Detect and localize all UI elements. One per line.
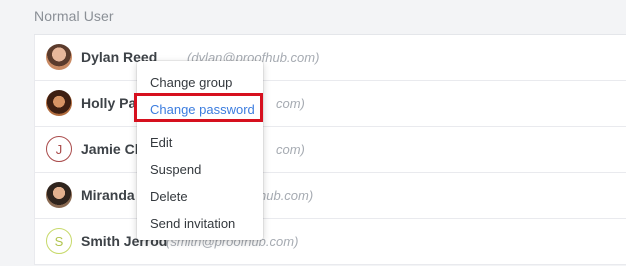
- menu-item-send-invitation[interactable]: Send invitation: [137, 210, 263, 237]
- menu-item-change-group[interactable]: Change group: [137, 69, 263, 96]
- user-row[interactable]: J Jamie Cla com): [34, 127, 626, 173]
- avatar[interactable]: J: [46, 136, 72, 162]
- menu-item-delete[interactable]: Delete: [137, 183, 263, 210]
- user-actions-dropdown: Change group Change password Edit Suspen…: [137, 61, 263, 240]
- user-name[interactable]: Holly Pa: [81, 95, 136, 111]
- avatar[interactable]: [46, 182, 72, 208]
- menu-item-suspend[interactable]: Suspend: [137, 156, 263, 183]
- avatar[interactable]: [46, 90, 72, 116]
- section-title: Normal User: [34, 8, 114, 24]
- avatar-initial: S: [54, 233, 64, 249]
- user-row[interactable]: Dylan Reed (dylan@proofhub.com): [34, 35, 626, 81]
- user-row[interactable]: S Smith Jerrod (smith@proofhub.com): [34, 219, 626, 265]
- avatar[interactable]: S: [46, 228, 72, 254]
- avatar[interactable]: [46, 44, 72, 70]
- user-list: Dylan Reed (dylan@proofhub.com) Holly Pa…: [34, 34, 626, 265]
- user-email: com): [276, 142, 305, 157]
- user-row[interactable]: Holly Pa com): [34, 81, 626, 127]
- user-email: com): [276, 96, 305, 111]
- user-email: hub.com): [259, 188, 314, 203]
- user-row[interactable]: Miranda hub.com): [34, 173, 626, 219]
- user-name[interactable]: Miranda: [81, 187, 135, 203]
- avatar-initial: J: [55, 141, 63, 157]
- menu-item-change-password[interactable]: Change password: [137, 96, 263, 123]
- menu-item-edit[interactable]: Edit: [137, 129, 263, 156]
